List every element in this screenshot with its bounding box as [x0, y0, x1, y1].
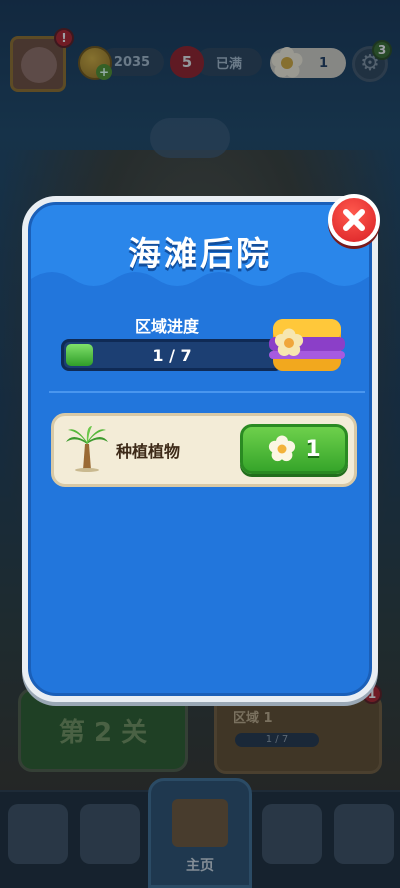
dialog-title: 海滩后院: [128, 234, 272, 273]
treasure-chest-icon[interactable]: [267, 311, 347, 377]
task-label: 种植植物: [116, 442, 181, 461]
plant-cost: 1: [305, 436, 321, 462]
area-progress-bar: 1 / 7: [61, 339, 283, 371]
close-button[interactable]: [328, 194, 380, 246]
progress-text: 1 / 7: [152, 345, 192, 365]
palm-tree-icon: [66, 426, 108, 472]
progress-label: 区域进度: [135, 317, 200, 336]
task-row: 种植植物 1: [51, 413, 357, 487]
area-progress-dialog: 海滩后院 区域进度 1 / 7 种植植物 1: [22, 196, 378, 702]
close-icon: [343, 209, 365, 231]
plant-button[interactable]: 1: [240, 424, 348, 474]
flower-icon: [269, 435, 296, 462]
dialog-body: 海滩后院 区域进度 1 / 7 种植植物 1: [28, 202, 372, 696]
section-divider: [49, 391, 365, 393]
